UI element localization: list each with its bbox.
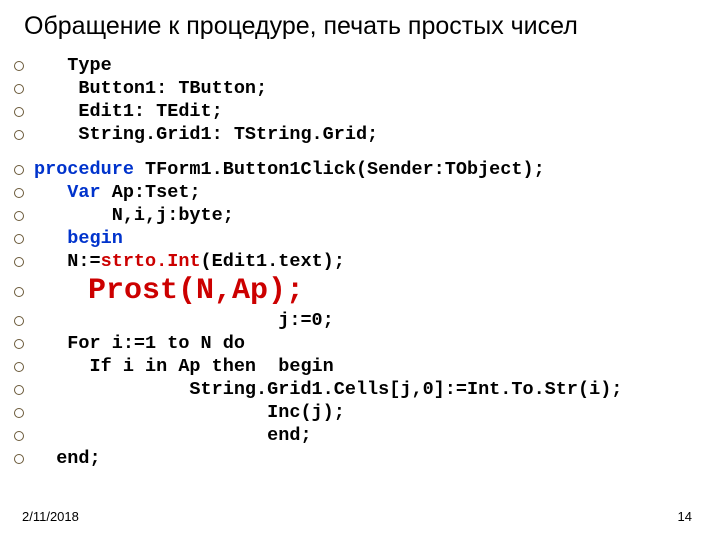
footer-page-number: 14 — [678, 509, 692, 524]
code-line: end; — [14, 425, 720, 446]
code-line: Edit1: TEdit; — [14, 101, 720, 122]
code-line: j:=0; — [14, 310, 720, 331]
bullet-icon — [14, 316, 24, 326]
code-line: String.Grid1.Cells[j,0]:=Int.To.Str(i); — [14, 379, 720, 400]
code-line-call: Prost(N,Ap); — [14, 274, 720, 308]
code-block: Type Button1: TButton; Edit1: TEdit; Str… — [0, 51, 720, 469]
code-line: Inc(j); — [14, 402, 720, 423]
bullet-icon — [14, 107, 24, 117]
code-line: For i:=1 to N do — [14, 333, 720, 354]
bullet-icon — [14, 165, 24, 175]
code-line: end; — [14, 448, 720, 469]
bullet-icon — [14, 454, 24, 464]
bullet-icon — [14, 339, 24, 349]
bullet-icon — [14, 234, 24, 244]
bullet-icon — [14, 211, 24, 221]
code-line: String.Grid1: TString.Grid; — [14, 124, 720, 145]
code-line: Button1: TButton; — [14, 78, 720, 99]
code-line: Type — [14, 55, 720, 76]
bullet-icon — [14, 408, 24, 418]
bullet-icon — [14, 188, 24, 198]
bullet-icon — [14, 385, 24, 395]
bullet-icon — [14, 130, 24, 140]
bullet-icon — [14, 362, 24, 372]
code-line: Var Ap:Tset; — [14, 182, 720, 203]
code-line: N:=strto.Int(Edit1.text); — [14, 251, 720, 272]
code-line: begin — [14, 228, 720, 249]
bullet-icon — [14, 287, 24, 297]
bullet-icon — [14, 61, 24, 71]
slide-title: Обращение к процедуре, печать простых чи… — [0, 0, 720, 51]
bullet-icon — [14, 431, 24, 441]
code-line: If i in Ap then begin — [14, 356, 720, 377]
code-line: procedure TForm1.Button1Click(Sender:TOb… — [14, 159, 720, 180]
bullet-icon — [14, 84, 24, 94]
code-line: N,i,j:byte; — [14, 205, 720, 226]
footer-date: 2/11/2018 — [22, 509, 79, 524]
bullet-icon — [14, 257, 24, 267]
